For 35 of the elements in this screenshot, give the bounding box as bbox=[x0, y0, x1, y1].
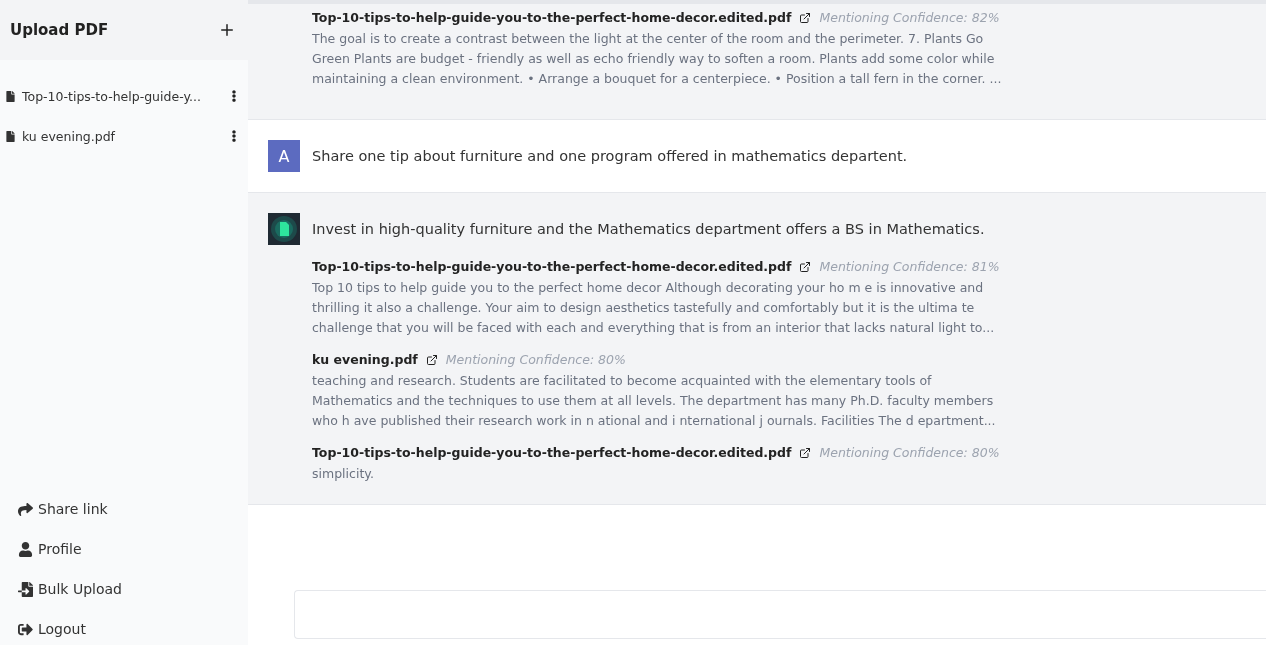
source-snippet: Top 10 tips to help guide you to the perfect home decor Although decorating your ho m e is innovative and thrilling it also a challenge. Your aim to design aesthetics tastefully and comfortably but it is the ultima te challenge that you will be faced with each and everything that is from an interior that lacks natural light to... bbox=[312, 279, 996, 337]
file-name[interactable]: ku evening.pdf bbox=[22, 128, 228, 144]
file-name[interactable]: Top-10-tips-to-help-guide-y... bbox=[22, 88, 228, 104]
question-text: Share one tip about furniture and one program offered in mathematics departent. bbox=[312, 147, 909, 166]
add-icon[interactable] bbox=[218, 21, 236, 39]
source-file-name: ku evening.pdf bbox=[312, 352, 418, 367]
sidebar-link[interactable]: Bulk Upload bbox=[18, 577, 248, 601]
source-file-name: Top-10-tips-to-help-guide-you-to-the-perfect-home-decor.edited.pdf bbox=[312, 10, 792, 25]
message-input[interactable] bbox=[294, 590, 1266, 639]
external-link-icon[interactable] bbox=[799, 11, 812, 24]
external-link-icon[interactable] bbox=[799, 446, 812, 459]
source-file-name: Top-10-tips-to-help-guide-you-to-the-perfect-home-decor.edited.pdf bbox=[312, 445, 792, 460]
answer-text: Invest in high-quality furniture and the Mathematics department offers a BS in Mathematics. bbox=[312, 220, 986, 239]
logout-icon bbox=[18, 621, 33, 637]
bot-avatar-icon bbox=[268, 213, 300, 245]
confidence-text: Mentioning Confidence: 80% bbox=[445, 352, 626, 367]
file-import-icon bbox=[18, 581, 33, 597]
source-file-name: Top-10-tips-to-help-guide-you-to-the-perfect-home-decor.edited.pdf bbox=[312, 259, 792, 274]
sidebar-link[interactable]: Profile bbox=[18, 537, 248, 561]
user-avatar: A bbox=[268, 140, 300, 172]
confidence-text: Mentioning Confidence: 82% bbox=[819, 10, 1000, 25]
confidence-text: Mentioning Confidence: 81% bbox=[819, 259, 1000, 274]
external-link-icon[interactable] bbox=[799, 260, 812, 273]
external-link-icon[interactable] bbox=[425, 353, 438, 366]
sidebar-link[interactable]: Share link bbox=[18, 497, 248, 521]
source-snippet: teaching and research. Students are facilitated to become acquainted with the elementary tools of Mathematics and the techniques to use them at all levels. The department has many Ph.D. faculty members who h ave published their research work in n ational and i nternational j ournals. Facilities The d epartment... bbox=[312, 372, 997, 430]
file-icon bbox=[5, 90, 16, 102]
confidence-text: Mentioning Confidence: 80% bbox=[819, 445, 1000, 460]
sidebar-link[interactable]: Logout bbox=[18, 617, 248, 641]
source-snippet: simplicity. bbox=[312, 465, 375, 483]
share-icon bbox=[18, 501, 33, 517]
sidebar-title: Upload PDF bbox=[10, 21, 109, 39]
user-icon bbox=[18, 541, 33, 557]
source-snippet: The goal is to create a contrast between the light at the center of the room and the perimeter. 7. Plants Go Green Plants are budget - friendly as well as echo friendly way to soften a room. Plants add some color while maintaining a clean environment. • Arrange a bouquet for a centerpiece. • Position a tall fern in the corner. ... bbox=[312, 30, 1002, 88]
file-icon bbox=[5, 130, 16, 142]
